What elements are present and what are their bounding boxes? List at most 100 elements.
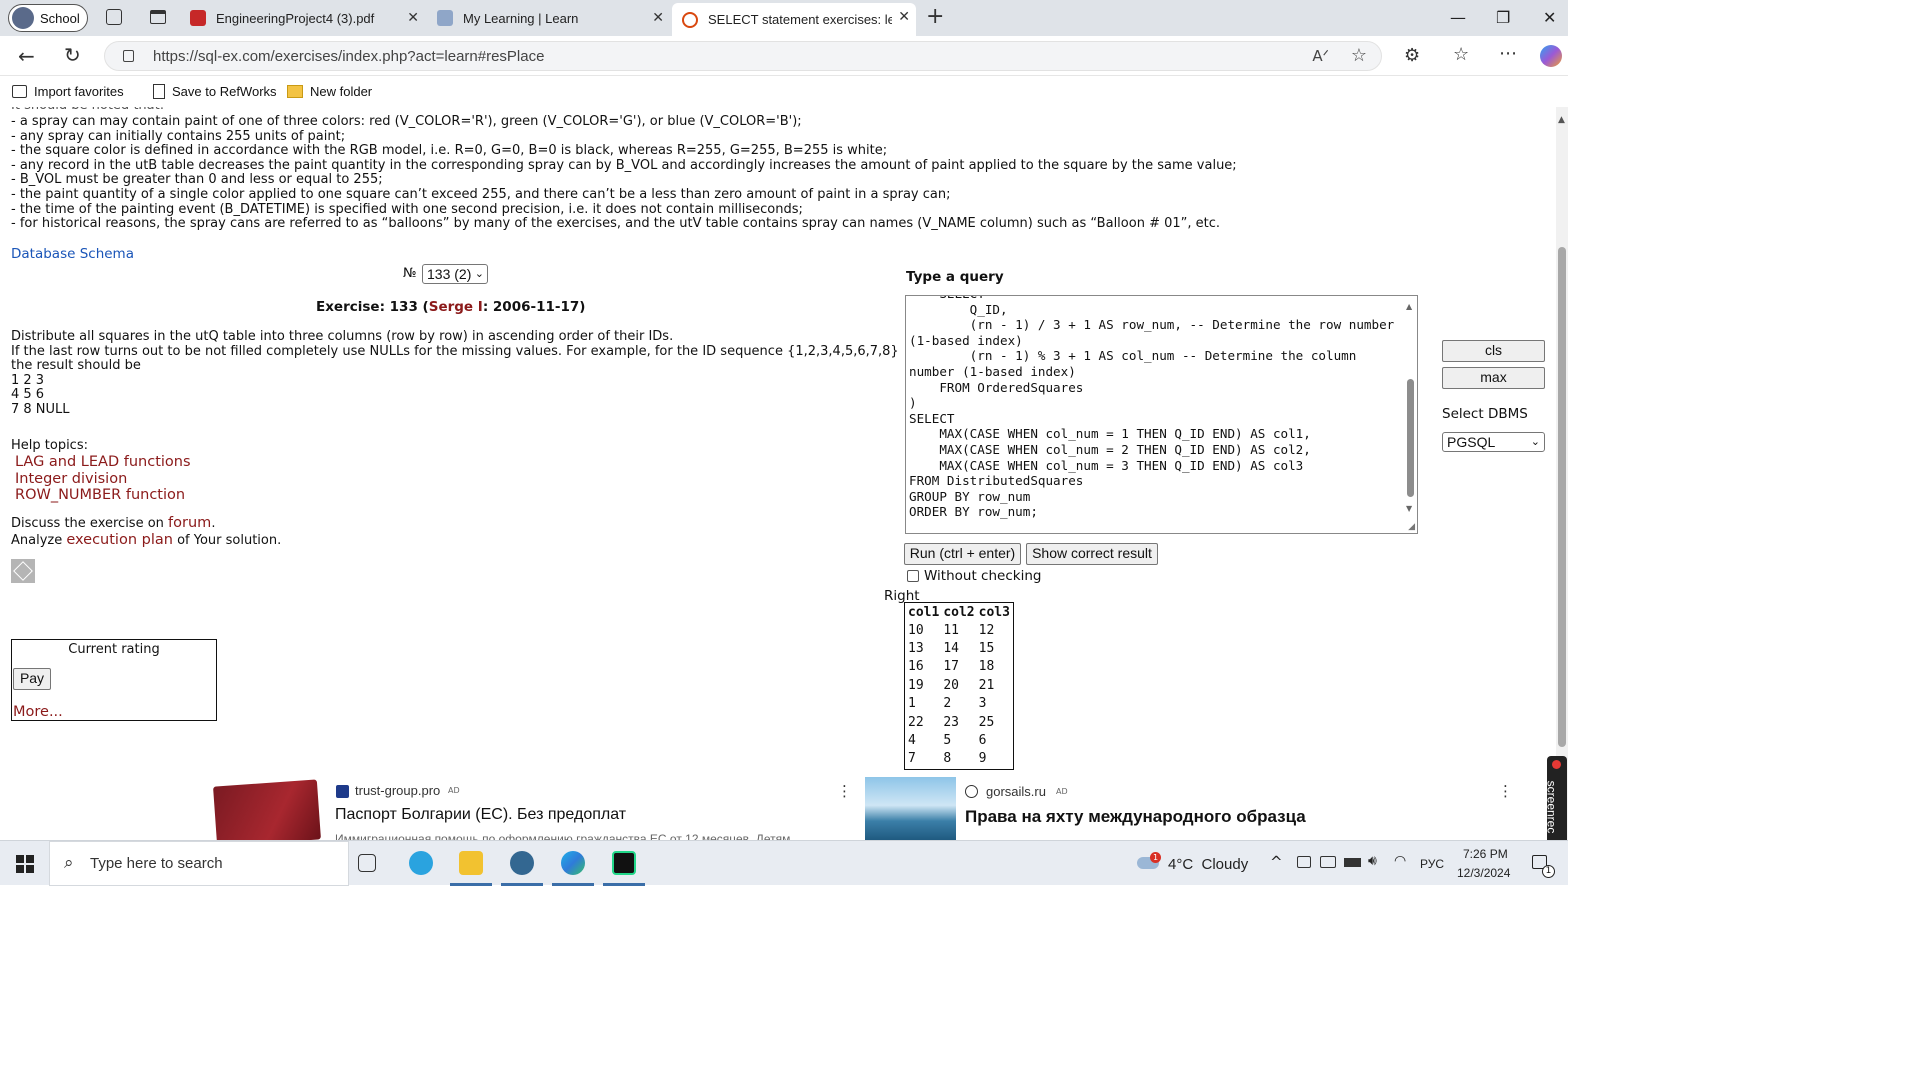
ad-image: [865, 777, 956, 840]
close-window-icon[interactable]: ✕: [1543, 8, 1556, 27]
pycharm-icon[interactable]: [612, 851, 636, 875]
restore-icon[interactable]: ❐: [1496, 8, 1510, 27]
scroll-up-icon[interactable]: ▲: [1558, 115, 1565, 125]
dbms-select[interactable]: PGSQL ⌄: [1442, 432, 1545, 452]
query-text[interactable]: SELECT Q_ID, (rn - 1) / 3 + 1 AS row_num…: [909, 296, 1394, 520]
rating-box: Current rating Pay More...: [11, 639, 217, 721]
help-link-lag-lead[interactable]: LAG and LEAD functions: [15, 454, 191, 470]
display-icon[interactable]: [1320, 856, 1336, 868]
help-link-row-number[interactable]: ROW_NUMBER function: [15, 487, 185, 503]
lock-icon[interactable]: [123, 50, 134, 62]
more-menu-icon[interactable]: ⋯: [1499, 43, 1517, 64]
task-line: 7 8 NULL: [11, 402, 70, 417]
favorites-icon[interactable]: ☆: [1453, 44, 1469, 65]
scroll-down-icon[interactable]: ▼: [1406, 504, 1412, 513]
task-line: If the last row turns out to be not fill…: [11, 343, 899, 359]
cls-button[interactable]: cls: [1442, 340, 1545, 362]
show-correct-result-button[interactable]: Show correct result: [1026, 543, 1158, 565]
query-editor[interactable]: SELECT Q_ID, (rn - 1) / 3 + 1 AS row_num…: [905, 295, 1418, 534]
clock-date[interactable]: 12/3/2024: [1457, 866, 1510, 880]
task-line: 4 5 6: [11, 387, 45, 403]
battery-icon[interactable]: [1344, 858, 1361, 867]
editor-scrollbar[interactable]: ▲ ▼: [1406, 302, 1415, 526]
back-icon[interactable]: ←: [18, 44, 35, 68]
recorder-label: screenrec: [1544, 780, 1559, 834]
recorder-badge[interactable]: screenrec: [1544, 756, 1567, 848]
fav-import[interactable]: Import favorites: [12, 84, 124, 99]
task-view-icon[interactable]: [358, 854, 376, 872]
info-diamond-icon[interactable]: [11, 559, 35, 583]
meet-now-icon[interactable]: [1297, 856, 1311, 868]
table-cell: 21: [978, 677, 995, 693]
reload-icon[interactable]: ↻: [64, 43, 81, 67]
read-aloud-icon[interactable]: Aᐟ: [1312, 47, 1329, 65]
address-bar[interactable]: https://sql-ex.com/exercises/index.php?a…: [104, 41, 1382, 71]
more-link[interactable]: More...: [13, 704, 63, 720]
exercise-author: Serge I: [428, 299, 483, 315]
ad-menu-icon[interactable]: ⋮: [837, 782, 852, 800]
tab-title: EngineeringProject4 (3).pdf: [216, 10, 375, 26]
favorites-bar: Import favorites Save to RefWorks New fo…: [0, 77, 1568, 107]
edge-icon[interactable]: [561, 851, 585, 875]
ad-text: Иммиграционная помощь по оформлению граж…: [335, 832, 791, 840]
forum-link[interactable]: forum: [168, 515, 211, 531]
without-checking-checkbox[interactable]: [907, 570, 919, 582]
chevron-up-icon[interactable]: ^: [1270, 853, 1283, 871]
run-button[interactable]: Run (ctrl + enter): [904, 543, 1021, 565]
postgres-icon[interactable]: [510, 851, 534, 875]
clock-time[interactable]: 7:26 PM: [1463, 847, 1508, 861]
ad-menu-icon[interactable]: ⋮: [1498, 782, 1513, 800]
table-cell: 5: [943, 733, 952, 749]
wifi-icon[interactable]: ◠: [1394, 853, 1406, 869]
fav-new-folder[interactable]: New folder: [287, 84, 372, 99]
exercise-number-select[interactable]: 133 (2) ⌄: [422, 264, 488, 284]
close-tab-icon[interactable]: ✕: [652, 9, 664, 26]
table-cell: 19: [908, 677, 924, 693]
scroll-thumb[interactable]: [1407, 379, 1414, 497]
close-tab-icon[interactable]: ✕: [407, 9, 419, 26]
workspaces-icon[interactable]: [106, 9, 122, 25]
minimize-icon[interactable]: —: [1450, 8, 1466, 27]
profile-button[interactable]: School: [8, 4, 88, 32]
table-cell: 9: [978, 751, 987, 767]
rule-line: - any record in the utB table decreases …: [11, 157, 1237, 173]
execution-plan-link[interactable]: execution plan: [66, 532, 173, 548]
copilot-icon[interactable]: [1540, 45, 1562, 67]
table-row: 10 11 12: [907, 622, 1011, 638]
dbms-value: PGSQL: [1447, 434, 1496, 450]
tab-sqlex[interactable]: SELECT statement exercises: learn ✕: [672, 3, 916, 36]
telegram-icon[interactable]: [409, 851, 433, 875]
new-tab-icon[interactable]: +: [926, 4, 944, 29]
extensions-icon[interactable]: ⚙: [1404, 45, 1420, 66]
tab-actions-icon[interactable]: [150, 10, 166, 24]
max-button[interactable]: max: [1442, 367, 1545, 389]
page-scrollbar[interactable]: ▲: [1556, 107, 1568, 840]
table-cell: 4: [908, 733, 916, 749]
ad-card[interactable]: trust-group.pro AD ⋮ Паспорт Болгарии (Е…: [205, 777, 855, 840]
scroll-up-icon[interactable]: ▲: [1406, 302, 1412, 311]
favorite-star-icon[interactable]: ☆: [1351, 45, 1367, 66]
file-explorer-icon[interactable]: [459, 851, 483, 875]
input-language[interactable]: РУС: [1420, 857, 1444, 871]
rule-clipped: It should be noted that:: [11, 107, 164, 114]
scroll-thumb[interactable]: [1558, 247, 1566, 747]
sqlex-icon: [682, 11, 698, 28]
active-app-indicator: [603, 883, 645, 886]
ad-source-icon: [336, 785, 349, 798]
result-table: col1 col2 col3 10 11 12 13 14 15 16 17 18 19 20…: [904, 602, 1014, 771]
help-link-integer-division[interactable]: Integer division: [15, 471, 127, 487]
windows-start-icon[interactable]: [16, 855, 34, 873]
taskbar-search[interactable]: ⌕ Type here to search: [49, 841, 349, 886]
resize-handle-icon[interactable]: ◢: [1408, 522, 1415, 532]
fav-refworks[interactable]: Save to RefWorks: [153, 84, 277, 99]
analyze-line: Analyze execution plan of Your solution.: [11, 533, 281, 549]
database-schema-link[interactable]: Database Schema: [11, 247, 134, 262]
close-tab-icon[interactable]: ✕: [898, 8, 910, 25]
pay-button[interactable]: Pay: [13, 668, 51, 690]
tab-learn[interactable]: My Learning | Learn ✕: [427, 4, 670, 32]
ad-card[interactable]: gorsails.ru AD ⋮ Права на яхту междунаро…: [865, 777, 1518, 840]
weather-text[interactable]: 4°C Cloudy: [1168, 856, 1248, 873]
volume-icon[interactable]: 🔊︎: [1368, 853, 1377, 869]
url-text[interactable]: https://sql-ex.com/exercises/index.php?a…: [153, 48, 544, 65]
tab-pdf[interactable]: EngineeringProject4 (3).pdf ✕: [180, 4, 425, 32]
